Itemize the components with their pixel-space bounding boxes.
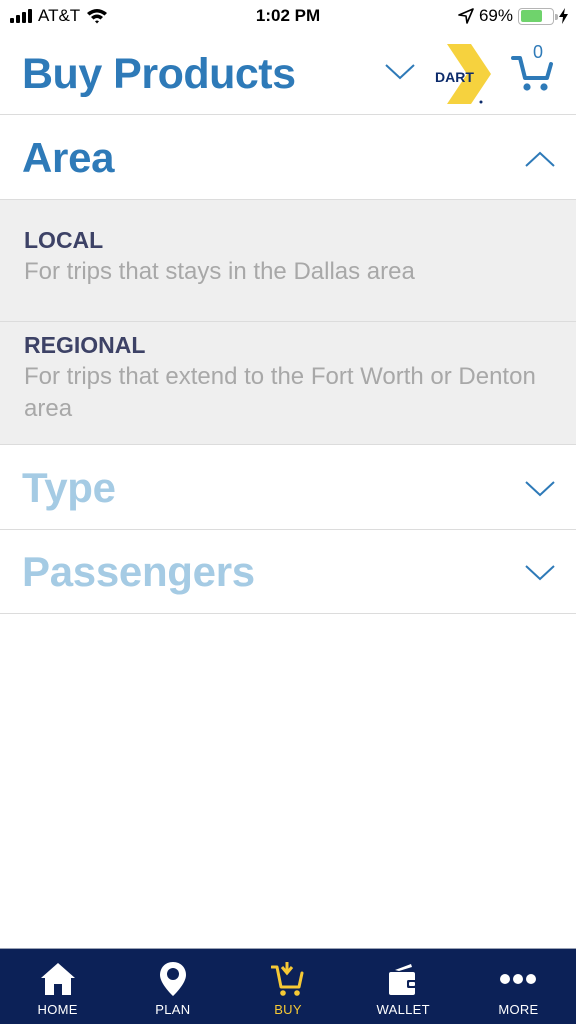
map-pin-icon (159, 962, 186, 996)
option-local[interactable]: LOCAL For trips that stays in the Dallas… (0, 200, 576, 322)
carrier-label: AT&T (38, 6, 81, 25)
option-regional[interactable]: REGIONAL For trips that extend to the Fo… (0, 322, 576, 445)
chevron-up-icon[interactable] (524, 149, 556, 169)
wallet-icon (389, 964, 418, 995)
section-title-area: Area (22, 134, 115, 181)
section-title-passengers: Passengers (22, 548, 255, 595)
page-header: Buy Products DART 0 (0, 34, 576, 115)
chevron-down-icon[interactable] (524, 479, 556, 499)
section-type[interactable]: Type (0, 446, 576, 530)
battery-cap (555, 13, 558, 20)
option-description: For trips that extend to the Fort Worth … (24, 363, 536, 422)
chevron-down-icon[interactable] (524, 563, 556, 583)
home-icon (40, 963, 75, 995)
tab-more[interactable]: MORE (461, 949, 576, 1024)
status-right: 69% (458, 6, 568, 26)
battery-icon (518, 7, 558, 25)
battery-percent: 69% (478, 6, 513, 25)
section-area[interactable]: Area (0, 116, 576, 200)
option-name: REGIONAL (24, 332, 146, 358)
tab-label: PLAN (155, 1002, 191, 1017)
status-left: AT&T (10, 6, 108, 26)
tab-label: WALLET (376, 1002, 430, 1017)
tab-plan[interactable]: PLAN (115, 949, 230, 1024)
wifi-icon (87, 9, 108, 24)
cart-count-badge: 0 (533, 42, 544, 62)
more-dots-icon (500, 974, 537, 984)
section-title-type: Type (22, 464, 116, 511)
charging-bolt-icon (559, 8, 568, 24)
tab-buy[interactable]: BUY (230, 949, 345, 1024)
option-description: For trips that stays in the Dallas area (24, 258, 415, 285)
area-options-list: LOCAL For trips that stays in the Dallas… (0, 200, 576, 445)
location-arrow-icon (458, 8, 474, 24)
chevron-down-icon[interactable] (384, 62, 416, 82)
status-bar: AT&T 1:02 PM 69% (0, 0, 576, 34)
tab-home[interactable]: HOME (0, 949, 115, 1024)
dart-logo-text: DART (435, 69, 474, 85)
battery-fill (520, 10, 542, 22)
cart-download-icon (271, 962, 304, 996)
tab-label: HOME (37, 1002, 78, 1017)
tab-wallet[interactable]: WALLET (346, 949, 461, 1024)
tab-label: BUY (274, 1002, 302, 1017)
option-name: LOCAL (24, 227, 104, 253)
tab-label: MORE (498, 1002, 539, 1017)
cart-button[interactable]: 0 (511, 42, 557, 94)
page-title: Buy Products (22, 50, 296, 98)
tab-bar: HOME PLAN BUY WALLET MORE (0, 948, 576, 1024)
signal-icon (10, 9, 32, 23)
dart-logo[interactable]: DART (433, 42, 495, 104)
section-passengers[interactable]: Passengers (0, 530, 576, 614)
